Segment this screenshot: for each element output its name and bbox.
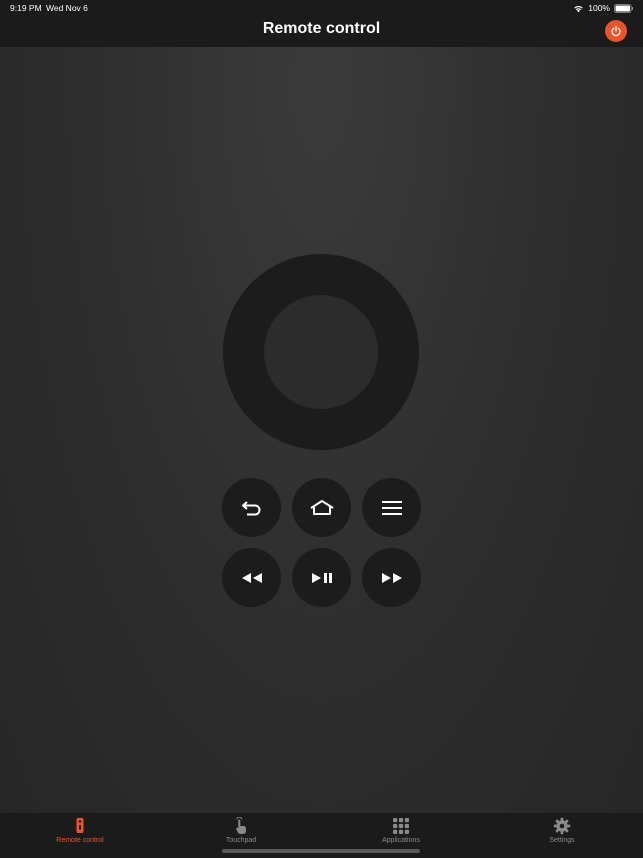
tab-label: Remote control	[56, 837, 104, 844]
tab-label: Applications	[382, 837, 420, 844]
tab-remote-control[interactable]: Remote control	[0, 813, 160, 853]
touchpad-icon	[236, 817, 246, 834]
tab-touchpad[interactable]: Touchpad	[161, 813, 321, 853]
applications-icon	[393, 818, 409, 834]
fast-forward-button[interactable]	[362, 548, 421, 607]
remote-icon	[76, 818, 84, 833]
tab-label: Touchpad	[225, 837, 257, 844]
tab-label: Settings	[549, 837, 575, 844]
status-indicators: 100%	[573, 2, 634, 14]
dpad-select-button[interactable]	[264, 295, 378, 409]
tab-applications[interactable]: Applications	[321, 813, 481, 853]
menu-button[interactable]	[362, 478, 421, 537]
remote-control-screen: 9:19 PM Wed Nov 6 100% Remote control Re…	[0, 0, 643, 858]
top-bar: 9:19 PM Wed Nov 6 100% Remote control	[0, 0, 643, 47]
play-pause-icon	[311, 572, 332, 583]
play-pause-button[interactable]	[292, 548, 351, 607]
home-icon	[309, 499, 334, 515]
status-time: 9:19 PM	[10, 3, 42, 13]
tab-bar: Remote control Touchpad Applications Set…	[0, 813, 643, 858]
battery-percentage: 100%	[588, 3, 610, 13]
page-title: Remote control	[262, 20, 381, 37]
tab-settings[interactable]: Settings	[482, 813, 642, 853]
battery-icon	[614, 3, 633, 13]
fast-forward-icon	[381, 572, 402, 583]
home-indicator	[222, 849, 420, 853]
home-button[interactable]	[292, 478, 351, 537]
wifi-icon	[574, 5, 583, 12]
rewind-button[interactable]	[222, 548, 281, 607]
menu-icon	[381, 500, 402, 515]
power-button[interactable]	[605, 20, 627, 42]
power-icon	[611, 25, 621, 37]
status-date: Wed Nov 6	[46, 3, 88, 13]
back-icon	[241, 500, 260, 515]
back-button[interactable]	[222, 478, 281, 537]
rewind-icon	[241, 572, 262, 583]
settings-icon	[553, 817, 571, 835]
